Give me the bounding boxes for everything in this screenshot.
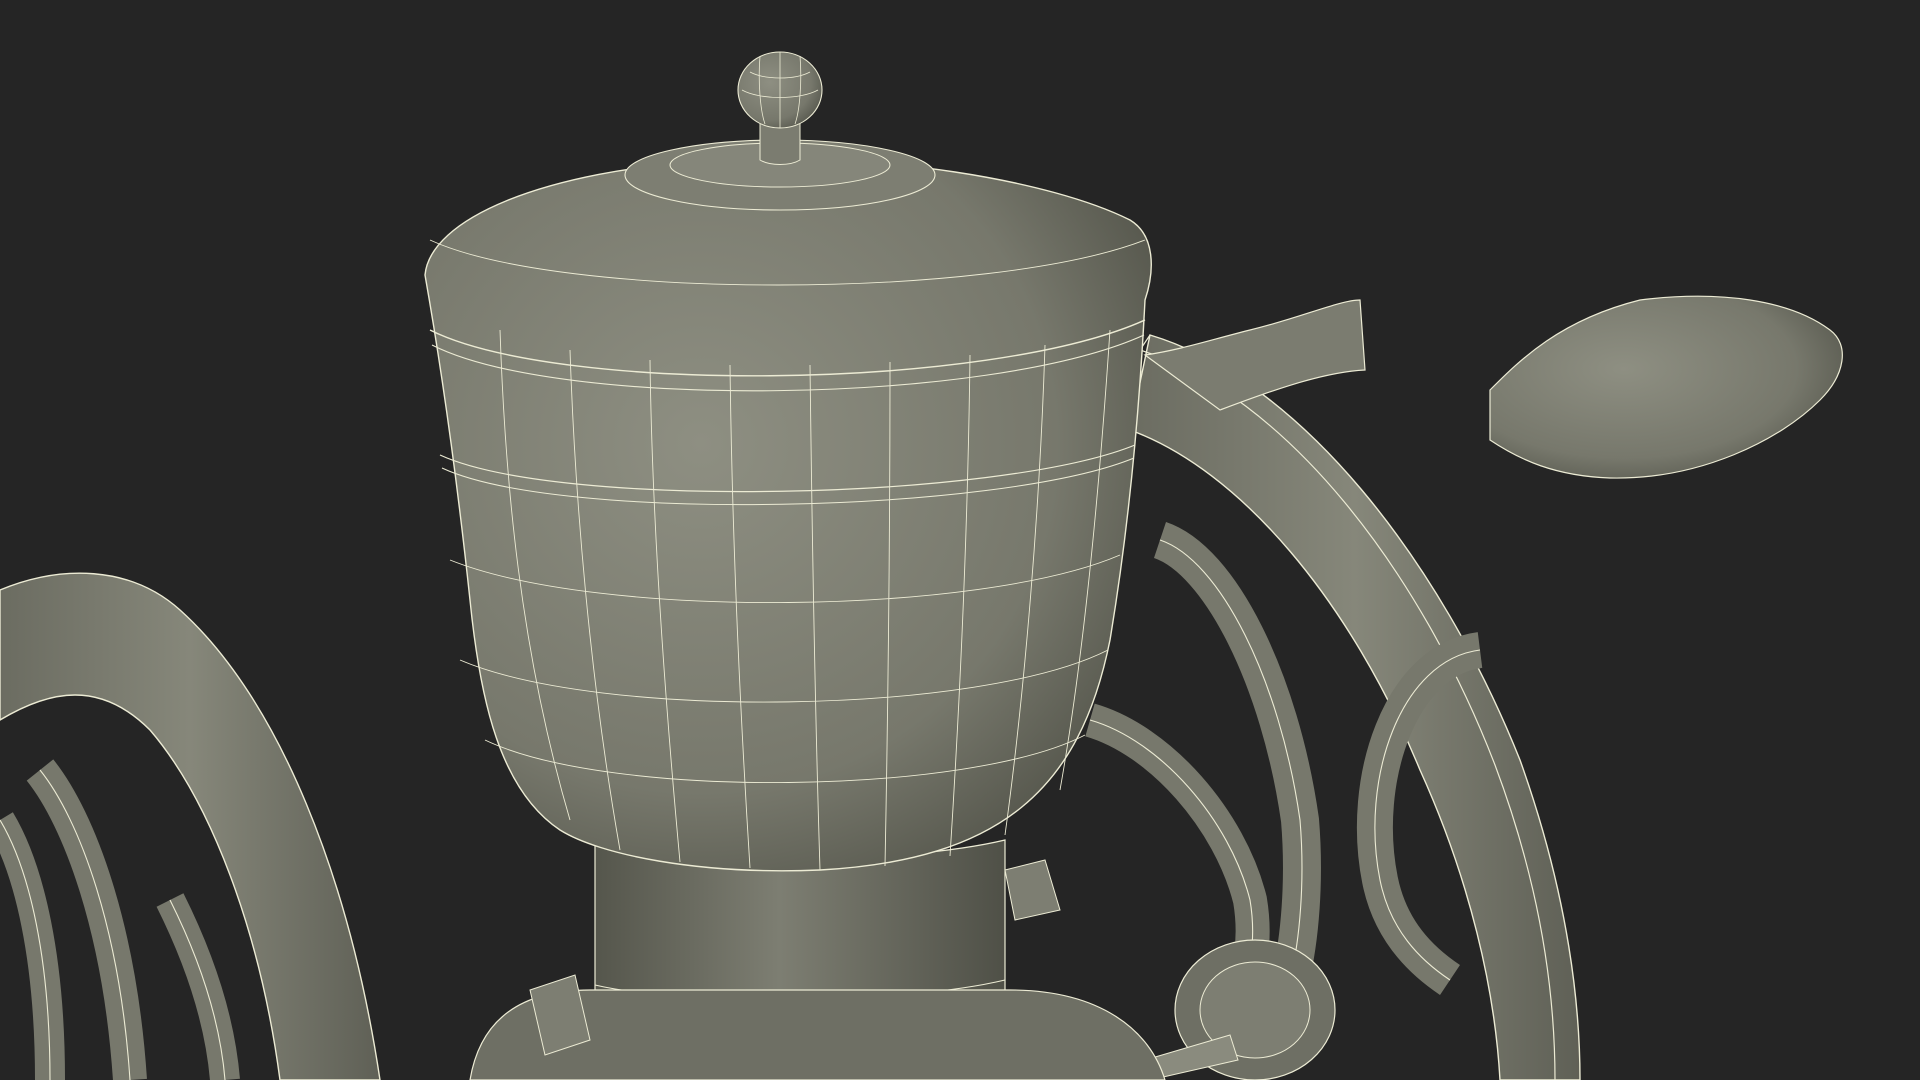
wireframe-viewport — [0, 0, 1920, 1080]
